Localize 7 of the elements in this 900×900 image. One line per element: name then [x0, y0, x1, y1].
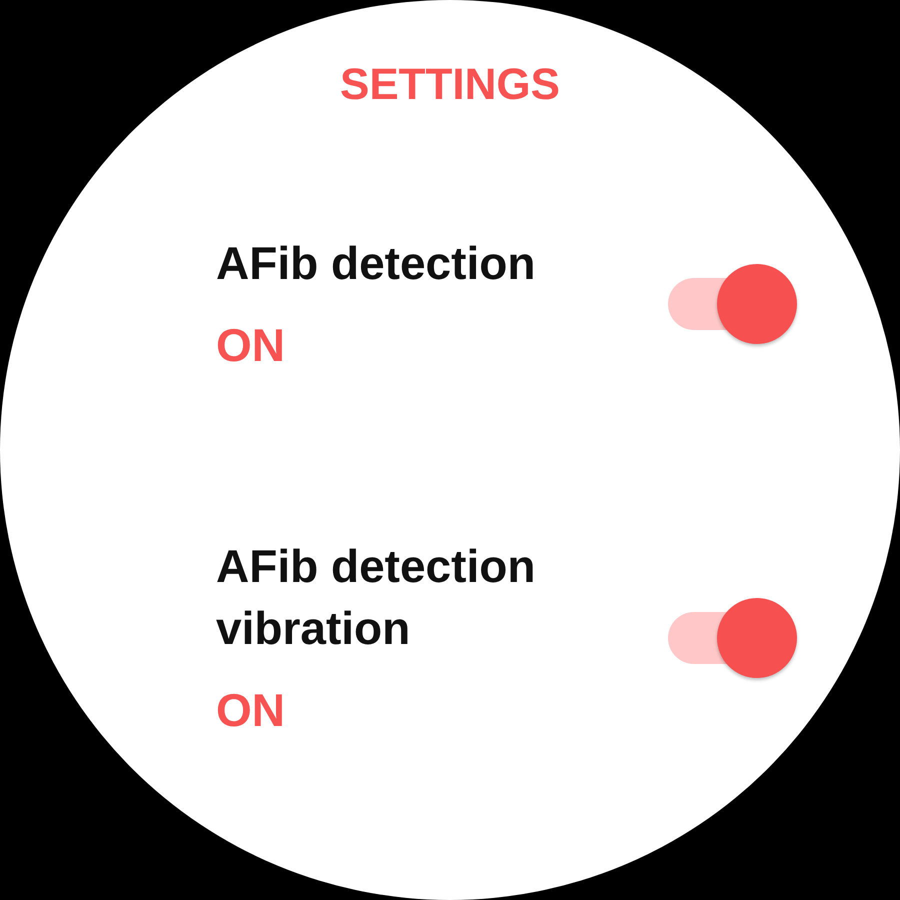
setting-status: ON — [216, 683, 285, 738]
screen-title: SETTINGS — [340, 63, 560, 107]
toggle-switch[interactable] — [668, 598, 797, 678]
toggle-switch[interactable] — [668, 264, 797, 344]
setting-status: ON — [216, 318, 285, 373]
setting-label: AFib detection vibration — [216, 539, 536, 656]
setting-label: AFib detection — [216, 236, 536, 291]
